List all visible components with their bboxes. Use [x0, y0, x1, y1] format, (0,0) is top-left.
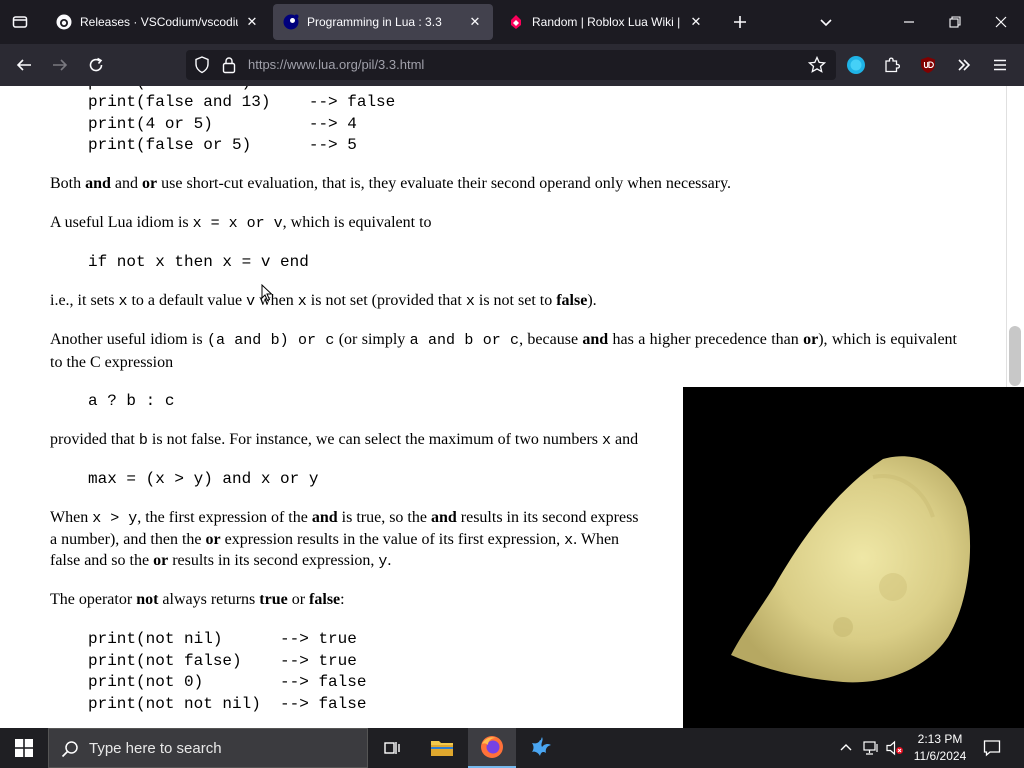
tab-title: Releases · VSCodium/vscodium [80, 15, 238, 29]
paragraph-another-idiom: Another useful idiom is (a and b) or c (… [50, 331, 957, 371]
code-line: print(4 or 5) --> 4 [88, 115, 357, 133]
tab-releases[interactable]: Releases · VSCodium/vscodium ✕ [46, 4, 270, 40]
more-tools-button[interactable] [948, 49, 980, 81]
windows-logo-icon [15, 739, 33, 757]
scrollbar-thumb[interactable] [1009, 326, 1021, 386]
inline-code: x = x or v [192, 215, 283, 232]
folder-icon [431, 741, 453, 756]
code-line: print(not false) --> true [88, 652, 357, 670]
code-line: print(not nil) --> true [88, 630, 357, 648]
tab-programming-in-lua[interactable]: Programming in Lua : 3.3 ✕ [273, 4, 493, 40]
double-chevron-icon [958, 59, 971, 71]
close-tab-icon[interactable]: ✕ [688, 14, 704, 30]
restore-icon [949, 16, 961, 28]
clock-date: 11/6/2024 [913, 749, 967, 763]
lock-icon[interactable] [222, 56, 236, 79]
list-all-tabs-button[interactable] [810, 6, 842, 38]
taskbar-search-box[interactable]: Type here to search [48, 728, 368, 768]
code-line: print(not not nil) --> false [88, 695, 367, 713]
minimize-icon [904, 21, 914, 23]
minimize-button[interactable] [886, 0, 932, 44]
tab-title: Random | Roblox Lua Wiki | Far [532, 15, 682, 29]
windows-taskbar: Type here to search 2:13 PM 11/6/2024 [0, 728, 1024, 768]
vscodium-taskbar-button[interactable] [518, 728, 566, 768]
back-arrow-icon [16, 59, 31, 71]
close-tab-icon[interactable]: ✕ [244, 14, 260, 30]
search-icon [61, 741, 78, 758]
fandom-icon [508, 14, 524, 30]
navigation-toolbar: https://www.lua.org/pil/3.3.html [0, 44, 1024, 86]
paragraph-default-value: i.e., it sets x to a default value v whe… [50, 292, 597, 310]
puzzle-icon [885, 57, 900, 73]
star-icon [808, 56, 826, 73]
volume-tray-icon[interactable] [884, 728, 906, 768]
url-host: https://www.lua.org [248, 57, 358, 72]
network-tray-icon[interactable] [858, 728, 884, 768]
lua-icon [283, 14, 299, 30]
paragraph-short-cut: Both and and or use short-cut evaluation… [50, 175, 732, 192]
tab-title: Programming in Lua : 3.3 [307, 15, 442, 29]
code-line: print(not 0) --> false [88, 673, 367, 691]
code-line: if not x then x = v end [88, 253, 309, 271]
url-text[interactable]: https://www.lua.org/pil/3.3.html [248, 57, 424, 72]
taskbar-clock[interactable]: 2:13 PM 11/6/2024 [905, 731, 975, 765]
code-line: print(false or 5) --> 5 [88, 136, 357, 154]
network-icon [863, 741, 878, 755]
search-placeholder: Type here to search [89, 740, 222, 757]
tab-strip: Releases · VSCodium/vscodium ✕ Programmi… [0, 0, 1024, 44]
firefox-taskbar-button[interactable] [468, 728, 516, 768]
show-hidden-icons-button[interactable] [834, 728, 858, 768]
overlay-video-window[interactable] [683, 387, 1024, 728]
start-button[interactable] [0, 728, 48, 768]
potato-chip-image [731, 456, 971, 683]
account-button[interactable] [840, 49, 872, 81]
clock-time: 2:13 PM [917, 732, 963, 746]
vscodium-icon [532, 737, 551, 756]
view-recent-browsing-button[interactable] [4, 6, 36, 38]
reload-icon [89, 57, 103, 72]
account-avatar-icon [847, 56, 865, 74]
close-icon [995, 16, 1007, 28]
task-view-icon [384, 742, 400, 754]
mouse-cursor-icon [261, 284, 273, 302]
close-window-button[interactable] [978, 0, 1024, 44]
tab-overview-icon [12, 16, 28, 28]
bookmark-button[interactable] [801, 49, 833, 81]
hamburger-icon [994, 59, 1006, 71]
tab-roblox-lua-wiki[interactable]: Random | Roblox Lua Wiki | Far ✕ [498, 4, 714, 40]
address-bar[interactable]: https://www.lua.org/pil/3.3.html [186, 50, 836, 80]
paragraph-idiom: A useful Lua idiom is x = x or v, which … [50, 214, 432, 232]
reload-button[interactable] [80, 49, 112, 81]
github-icon [56, 14, 72, 30]
ublock-origin-button[interactable] [912, 49, 944, 81]
close-tab-icon[interactable]: ✕ [467, 14, 483, 30]
speaker-muted-icon [886, 740, 903, 756]
tracking-protection-icon[interactable] [194, 56, 210, 79]
forward-arrow-icon [53, 59, 68, 71]
ublock-shield-icon [921, 57, 935, 73]
new-tab-button[interactable] [724, 6, 756, 38]
file-explorer-button[interactable] [418, 728, 466, 768]
notification-icon [983, 740, 1001, 757]
task-view-button[interactable] [368, 728, 416, 768]
forward-button[interactable] [44, 49, 76, 81]
code-line: a ? b : c [88, 392, 175, 410]
back-button[interactable] [8, 49, 40, 81]
restore-button[interactable] [932, 0, 978, 44]
code-line: print(false and 13) --> false [88, 93, 396, 111]
app-menu-button[interactable] [984, 49, 1016, 81]
url-path: /pil/3.3.html [357, 57, 425, 72]
notification-center-button[interactable] [976, 728, 1008, 768]
chevron-up-icon [840, 744, 852, 751]
chevron-down-icon [820, 19, 832, 27]
extensions-button[interactable] [876, 49, 908, 81]
code-line: max = (x > y) and x or y [88, 470, 319, 488]
firefox-icon [481, 736, 503, 758]
plus-icon [734, 16, 746, 28]
